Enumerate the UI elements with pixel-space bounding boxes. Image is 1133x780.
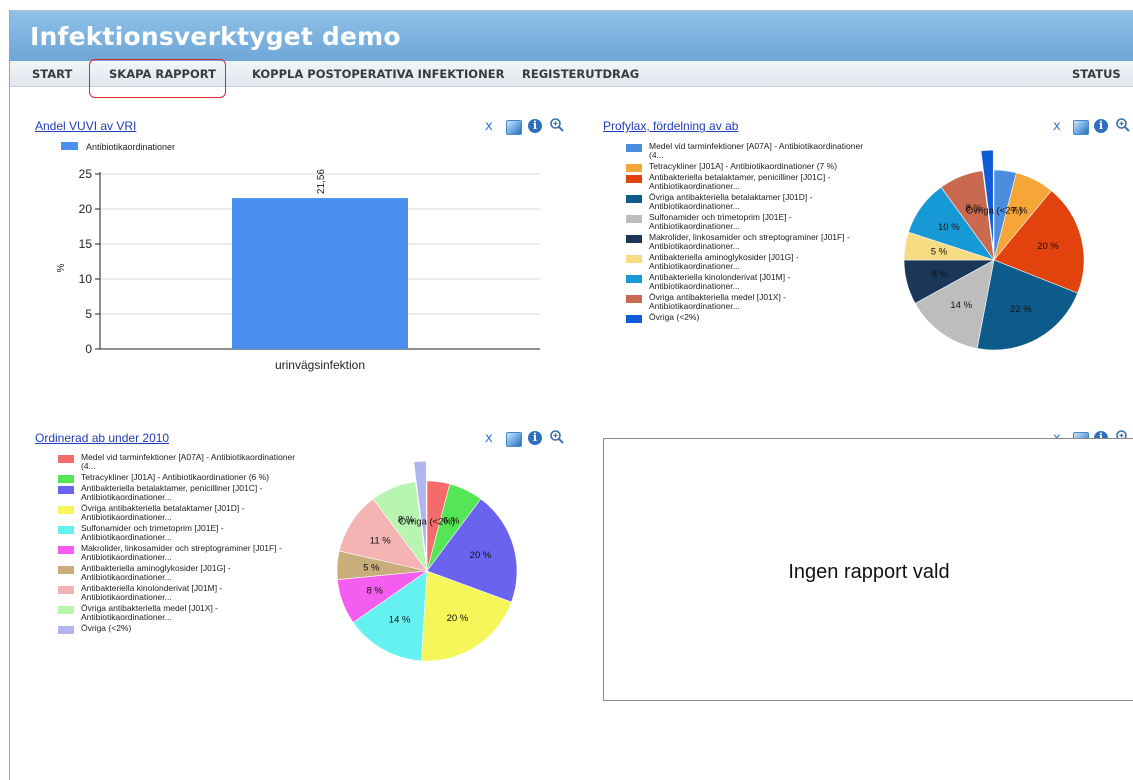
legend-label: Medel vid tarminfektioner [A07A] - Antib…: [81, 452, 296, 471]
legend-swatch: [626, 315, 642, 323]
legend-item[interactable]: Antibakteriella betalaktamer, penicillin…: [58, 484, 298, 502]
pie-chart-ordinerad: 6 %20 %20 %14 %8 %5 %11 %8 %Övriga (<2%): [336, 460, 518, 662]
legend-swatch: [58, 486, 74, 494]
panel-title-profylax[interactable]: Profylax, fördelning av ab: [603, 119, 738, 133]
legend-swatch: [58, 606, 74, 614]
legend-label-antibiotikaordinationer: Antibiotikaordinationer: [86, 142, 175, 152]
bar-urinvägsinfektion[interactable]: [232, 198, 408, 349]
legend-label: Tetracykliner [J01A] - Antibiotikaordina…: [649, 161, 838, 171]
legend-label: Övriga antibakteriella medel [J01X] - An…: [81, 603, 219, 622]
legend-swatch: [626, 275, 642, 283]
pie-slice-label: Övriga (<2%): [399, 517, 455, 528]
pie-slice-label: 8 %: [932, 269, 949, 280]
legend-swatch: [626, 175, 642, 183]
empty-report-panel: Ingen rapport vald: [603, 438, 1133, 701]
pie-legend-profylax: Medel vid tarminfektioner [A07A] - Antib…: [626, 142, 866, 324]
pie-slice-label: 20 %: [1037, 241, 1059, 252]
legend-item[interactable]: Antibakteriella aminoglykosider [J01G] -…: [626, 253, 866, 271]
legend-label: Övriga antibakteriella betalaktamer [J01…: [81, 503, 245, 522]
legend-item[interactable]: Övriga antibakteriella medel [J01X] - An…: [58, 604, 298, 622]
legend-swatch: [626, 144, 642, 152]
legend-item[interactable]: Övriga (<2%): [58, 623, 298, 634]
bar-chart: Antibiotikaordinationer % 0 5 10 15 20 25 21,…: [56, 142, 540, 372]
pie-slice-label: 22 %: [1010, 304, 1032, 315]
panel-title-ordinerad[interactable]: Ordinerad ab under 2010: [35, 431, 169, 445]
legend-label: Övriga antibakteriella betalaktamer [J01…: [649, 192, 813, 211]
legend-label: Övriga (<2%): [649, 312, 700, 322]
legend-swatch: [626, 295, 642, 303]
legend-item[interactable]: Övriga antibakteriella medel [J01X] - An…: [626, 293, 866, 311]
pie-slice-label: 8 %: [366, 585, 383, 596]
legend-label: Makrolider, linkosamider och streptogram…: [81, 543, 282, 562]
pie-slice-label: 5 %: [363, 562, 380, 573]
legend-item[interactable]: Medel vid tarminfektioner [A07A] - Antib…: [626, 142, 866, 160]
pie-slice-label: 14 %: [950, 300, 972, 311]
legend-label: Sulfonamider och trimetoprim [J01E] - An…: [649, 212, 792, 231]
legend-label: Antibakteriella betalaktamer, penicillin…: [649, 172, 831, 191]
legend-item[interactable]: Antibakteriella kinolonderivat [J01M] - …: [58, 584, 298, 602]
legend-label: Övriga (<2%): [81, 623, 132, 633]
legend-item[interactable]: Övriga antibakteriella betalaktamer [J01…: [626, 193, 866, 211]
legend-label: Medel vid tarminfektioner [A07A] - Antib…: [649, 141, 864, 160]
y-tick-label: 25: [79, 167, 93, 181]
legend-item[interactable]: Tetracykliner [J01A] - Antibiotikaordina…: [58, 472, 298, 483]
legend-label: Antibakteriella betalaktamer, penicillin…: [81, 483, 263, 502]
legend-swatch: [626, 235, 642, 243]
pie-slice-label: 20 %: [447, 613, 469, 624]
legend-swatch: [626, 195, 642, 203]
y-tick-label: 0: [85, 342, 92, 356]
legend-item[interactable]: Övriga antibakteriella betalaktamer [J01…: [58, 504, 298, 522]
y-tick-label: 20: [79, 202, 93, 216]
y-axis-title: %: [56, 263, 67, 272]
pie-slice-label: 11 %: [370, 536, 392, 547]
legend-item[interactable]: Medel vid tarminfektioner [A07A] - Antib…: [58, 453, 298, 471]
legend-item[interactable]: Antibakteriella aminoglykosider [J01G] -…: [58, 564, 298, 582]
pie-slice-label: 10 %: [938, 222, 960, 233]
legend-swatch: [58, 455, 74, 463]
legend-label: Makrolider, linkosamider och streptogram…: [649, 232, 850, 251]
legend-item[interactable]: Makrolider, linkosamider och streptogram…: [626, 233, 866, 251]
legend-item[interactable]: Makrolider, linkosamider och streptogram…: [58, 544, 298, 562]
nav-status[interactable]: STATUS: [1072, 67, 1121, 81]
legend-item[interactable]: Antibakteriella betalaktamer, penicillin…: [626, 173, 866, 191]
pie-slice-label: 5 %: [931, 246, 948, 257]
legend-item[interactable]: Tetracykliner [J01A] - Antibiotikaordina…: [626, 161, 866, 172]
legend-label: Antibakteriella kinolonderivat [J01M] - …: [81, 583, 223, 602]
legend-swatch: [58, 586, 74, 594]
legend-label: Övriga antibakteriella medel [J01X] - An…: [649, 292, 787, 311]
pie-slice-label: Övriga (<2%): [966, 206, 1022, 217]
x-tick-label: urinvägsinfektion: [275, 358, 365, 372]
legend-swatch: [626, 255, 642, 263]
legend-swatch-antibiotikaordinationer: [61, 142, 78, 150]
legend-swatch: [626, 164, 642, 172]
legend-swatch: [58, 506, 74, 514]
legend-swatch: [58, 566, 74, 574]
legend-swatch: [58, 475, 74, 483]
legend-label: Antibakteriella aminoglykosider [J01G] -…: [649, 252, 799, 271]
legend-label: Tetracykliner [J01A] - Antibiotikaordina…: [81, 472, 270, 482]
empty-report-message: Ingen rapport vald: [788, 561, 950, 583]
legend-item[interactable]: Antibakteriella kinolonderivat [J01M] - …: [626, 273, 866, 291]
bar-data-label: 21,56: [316, 169, 327, 194]
pie-slice-label: 14 %: [389, 615, 411, 626]
pie-chart-profylax: 7 %20 %22 %14 %8 %5 %10 %8 %Övriga (<2%): [903, 149, 1085, 351]
legend-item[interactable]: Övriga (<2%): [626, 312, 866, 323]
legend-label: Sulfonamider och trimetoprim [J01E] - An…: [81, 523, 224, 542]
legend-swatch: [626, 215, 642, 223]
legend-swatch: [58, 546, 74, 554]
y-tick-label: 15: [79, 237, 93, 251]
legend-label: Antibakteriella kinolonderivat [J01M] - …: [649, 272, 791, 291]
pie-slice-label: 20 %: [470, 550, 492, 561]
legend-item[interactable]: Sulfonamider och trimetoprim [J01E] - An…: [58, 524, 298, 542]
legend-item[interactable]: Sulfonamider och trimetoprim [J01E] - An…: [626, 213, 866, 231]
y-tick-label: 5: [85, 307, 92, 321]
pie-legend-ordinerad: Medel vid tarminfektioner [A07A] - Antib…: [58, 453, 298, 635]
legend-swatch: [58, 526, 74, 534]
legend-label: Antibakteriella aminoglykosider [J01G] -…: [81, 563, 231, 582]
legend-swatch: [58, 626, 74, 634]
y-tick-label: 10: [79, 272, 93, 286]
